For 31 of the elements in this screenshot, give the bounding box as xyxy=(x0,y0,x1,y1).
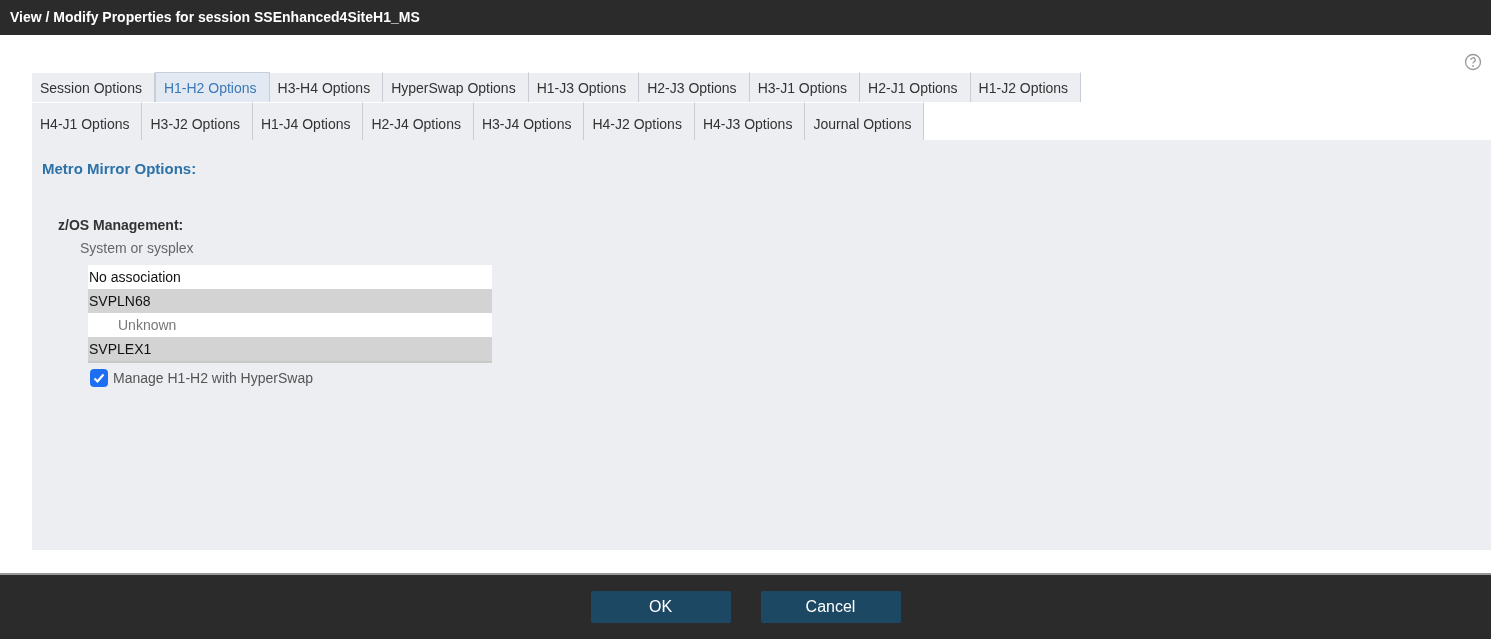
tab[interactable]: H2-J4 Options xyxy=(363,102,474,140)
tab[interactable]: H4-J1 Options xyxy=(32,102,143,140)
checkbox[interactable] xyxy=(90,369,108,387)
tab[interactable]: H3-J4 Options xyxy=(473,102,585,140)
tab[interactable]: HyperSwap Options xyxy=(383,72,529,102)
system-list[interactable]: No association SVPLN68 Unknown SVPLEX1 xyxy=(88,264,492,363)
list-item[interactable]: No association xyxy=(88,264,492,289)
tab[interactable]: H4-J2 Options xyxy=(584,102,695,140)
list-item[interactable]: Unknown xyxy=(88,312,492,337)
window-title: View / Modify Properties for session SSEnhanced4SiteH1_MS xyxy=(0,0,1491,35)
tab[interactable]: Session Options xyxy=(32,72,155,102)
tab[interactable]: H2-J1 Options xyxy=(860,72,971,102)
tab[interactable]: H1-J3 Options xyxy=(528,72,640,102)
section-heading: Metro Mirror Options: xyxy=(42,159,198,179)
help-icon[interactable] xyxy=(1464,53,1482,71)
cancel-button[interactable]: Cancel xyxy=(760,591,901,623)
tab[interactable]: H2-J3 Options xyxy=(639,72,750,102)
list-item[interactable]: SVPLEX1 xyxy=(88,336,492,361)
tab[interactable]: H3-H4 Options xyxy=(269,72,384,102)
subsection-heading: z/OS Management: xyxy=(58,215,185,235)
ok-button[interactable]: OK xyxy=(590,591,731,623)
tab[interactable]: H4-J3 Options xyxy=(694,102,806,140)
checkbox-label: Manage H1-H2 with HyperSwap xyxy=(113,368,313,388)
field-label: System or sysplex xyxy=(80,238,195,258)
list-item[interactable]: SVPLN68 xyxy=(88,288,492,313)
tab[interactable]: H3-J1 Options xyxy=(749,72,861,102)
tab[interactable]: H3-J2 Options xyxy=(142,102,253,140)
tab[interactable]: H1-J2 Options xyxy=(970,72,1082,102)
tab[interactable]: H1-H2 Options xyxy=(154,72,270,102)
tab[interactable]: Journal Options xyxy=(805,102,925,140)
tab[interactable]: H1-J4 Options xyxy=(252,102,364,140)
